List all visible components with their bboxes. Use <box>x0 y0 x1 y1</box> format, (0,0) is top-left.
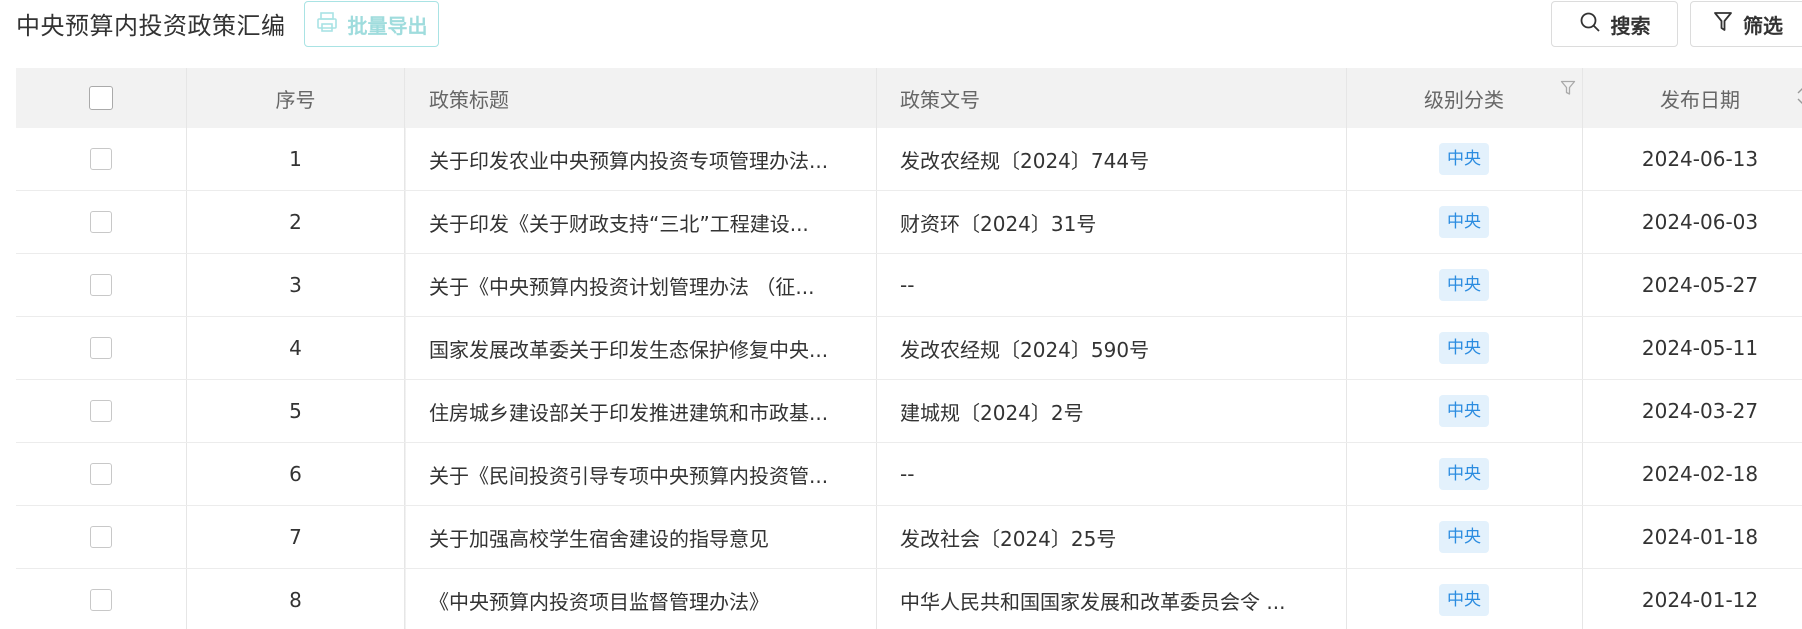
column-header-index[interactable]: 序号 <box>186 68 405 128</box>
table-row[interactable]: 8 《中央预算内投资项目监督管理办法》 中华人民共和国国家发展和改革委员会令 ...… <box>16 569 1802 629</box>
table-header-row: 序号 政策标题 政策文号 级别分类 发布日期 <box>16 68 1802 128</box>
column-header-level[interactable]: 级别分类 <box>1346 68 1582 128</box>
row-select-cell <box>16 506 186 568</box>
row-select-cell <box>16 317 186 379</box>
level-cell: 中央 <box>1346 506 1582 568</box>
publish-date: 2024-06-13 <box>1641 147 1759 171</box>
row-select-cell <box>16 191 186 253</box>
row-checkbox[interactable] <box>90 148 112 170</box>
table-row[interactable]: 5 住房城乡建设部关于印发推进建筑和市政基... 建城规〔2024〕2号 中央 2024… <box>16 380 1802 443</box>
search-label: 搜索 <box>1610 13 1651 38</box>
publish-date: 2024-01-12 <box>1641 588 1759 612</box>
search-icon <box>1579 11 1601 38</box>
filter-label: 筛选 <box>1743 13 1783 38</box>
table-row[interactable]: 2 关于印发《关于财政支持“三北”工程建设... 财资环〔2024〕31号 中央 202… <box>16 191 1802 254</box>
column-header-title[interactable]: 政策标题 <box>405 68 876 128</box>
row-index: 4 <box>289 336 302 360</box>
policy-doc-number: 中华人民共和国国家发展和改革委员会令 ... <box>900 589 1286 614</box>
level-tag: 中央 <box>1439 584 1489 616</box>
table-row[interactable]: 6 关于《民间投资引导专项中央预算内投资管... -- 中央 2024-02-18 <box>16 443 1802 506</box>
policy-doc-number: 发改农经规〔2024〕744号 <box>900 148 1150 173</box>
search-button[interactable]: 搜索 <box>1551 1 1678 47</box>
table-row[interactable]: 4 国家发展改革委关于印发生态保护修复中央... 发改农经规〔2024〕590号 中央… <box>16 317 1802 380</box>
row-checkbox[interactable] <box>90 211 112 233</box>
level-cell: 中央 <box>1346 569 1582 629</box>
page-title: 中央预算内投资政策汇编 <box>16 12 286 40</box>
filter-icon <box>1713 11 1733 38</box>
level-tag: 中央 <box>1439 395 1489 427</box>
policy-doc-number: -- <box>900 462 915 486</box>
row-select-cell <box>16 380 186 442</box>
column-header-date[interactable]: 发布日期 <box>1582 68 1802 128</box>
publish-date: 2024-05-27 <box>1641 273 1759 297</box>
policy-table: 序号 政策标题 政策文号 级别分类 发布日期 1 关于印发农业中央预算内投资专项… <box>16 68 1802 629</box>
row-index: 5 <box>289 399 302 423</box>
policy-title-link[interactable]: 国家发展改革委关于印发生态保护修复中央... <box>405 317 876 379</box>
policy-doc-number: 财资环〔2024〕31号 <box>900 211 1097 236</box>
table-row[interactable]: 3 关于《中央预算内投资计划管理办法 （征... -- 中央 2024-05-27 <box>16 254 1802 317</box>
select-all-cell <box>16 68 186 128</box>
row-index: 7 <box>289 525 302 549</box>
batch-export-button[interactable]: 批量导出 <box>304 1 439 47</box>
row-index: 8 <box>289 588 302 612</box>
table-row[interactable]: 1 关于印发农业中央预算内投资专项管理办法... 发改农经规〔2024〕744号 中央… <box>16 128 1802 191</box>
column-header-doc-no[interactable]: 政策文号 <box>876 68 1346 128</box>
level-cell: 中央 <box>1346 191 1582 253</box>
publish-date: 2024-05-11 <box>1641 336 1759 360</box>
publish-date: 2024-06-03 <box>1641 210 1759 234</box>
policy-doc-number: 发改农经规〔2024〕590号 <box>900 337 1150 362</box>
funnel-icon[interactable] <box>1560 77 1576 101</box>
row-select-cell <box>16 128 186 190</box>
policy-title-link[interactable]: 《中央预算内投资项目监督管理办法》 <box>405 569 876 629</box>
row-checkbox[interactable] <box>90 526 112 548</box>
policy-doc-number: 发改社会〔2024〕25号 <box>900 526 1117 551</box>
level-tag: 中央 <box>1439 269 1489 301</box>
table-body: 1 关于印发农业中央预算内投资专项管理办法... 发改农经规〔2024〕744号 中央… <box>16 128 1802 629</box>
policy-title-link[interactable]: 关于《民间投资引导专项中央预算内投资管... <box>405 443 876 505</box>
row-checkbox[interactable] <box>90 337 112 359</box>
policy-title-link[interactable]: 住房城乡建设部关于印发推进建筑和市政基... <box>405 380 876 442</box>
batch-export-label: 批量导出 <box>347 13 428 38</box>
row-checkbox[interactable] <box>90 589 112 611</box>
policy-title-link[interactable]: 关于《中央预算内投资计划管理办法 （征... <box>405 254 876 316</box>
printer-icon <box>316 11 338 38</box>
sort-icon[interactable] <box>1796 84 1802 113</box>
top-bar: 中央预算内投资政策汇编 批量导出 搜索 筛选 <box>0 0 1802 52</box>
level-tag: 中央 <box>1439 458 1489 490</box>
level-cell: 中央 <box>1346 254 1582 316</box>
policy-doc-number: -- <box>900 273 915 297</box>
row-checkbox[interactable] <box>90 463 112 485</box>
level-tag: 中央 <box>1439 206 1489 238</box>
row-index: 6 <box>289 462 302 486</box>
level-cell: 中央 <box>1346 380 1582 442</box>
column-header-level-label: 级别分类 <box>1424 87 1504 112</box>
level-tag: 中央 <box>1439 143 1489 175</box>
level-tag: 中央 <box>1439 332 1489 364</box>
level-tag: 中央 <box>1439 521 1489 553</box>
policy-title-link[interactable]: 关于加强高校学生宿舍建设的指导意见 <box>405 506 876 568</box>
row-checkbox[interactable] <box>90 400 112 422</box>
row-select-cell <box>16 254 186 316</box>
level-cell: 中央 <box>1346 128 1582 190</box>
filter-button[interactable]: 筛选 <box>1690 1 1802 47</box>
select-all-checkbox[interactable] <box>89 86 113 110</box>
column-header-date-label: 发布日期 <box>1660 87 1740 112</box>
publish-date: 2024-03-27 <box>1641 399 1759 423</box>
row-checkbox[interactable] <box>90 274 112 296</box>
publish-date: 2024-01-18 <box>1641 525 1759 549</box>
policy-doc-number: 建城规〔2024〕2号 <box>900 400 1084 425</box>
publish-date: 2024-02-18 <box>1641 462 1759 486</box>
policy-title-link[interactable]: 关于印发《关于财政支持“三北”工程建设... <box>405 191 876 253</box>
row-select-cell <box>16 569 186 629</box>
row-index: 1 <box>289 147 302 171</box>
row-select-cell <box>16 443 186 505</box>
policy-title-link[interactable]: 关于印发农业中央预算内投资专项管理办法... <box>405 128 876 190</box>
row-index: 3 <box>289 273 302 297</box>
level-cell: 中央 <box>1346 317 1582 379</box>
row-index: 2 <box>289 210 302 234</box>
level-cell: 中央 <box>1346 443 1582 505</box>
table-row[interactable]: 7 关于加强高校学生宿舍建设的指导意见 发改社会〔2024〕25号 中央 2024-01… <box>16 506 1802 569</box>
